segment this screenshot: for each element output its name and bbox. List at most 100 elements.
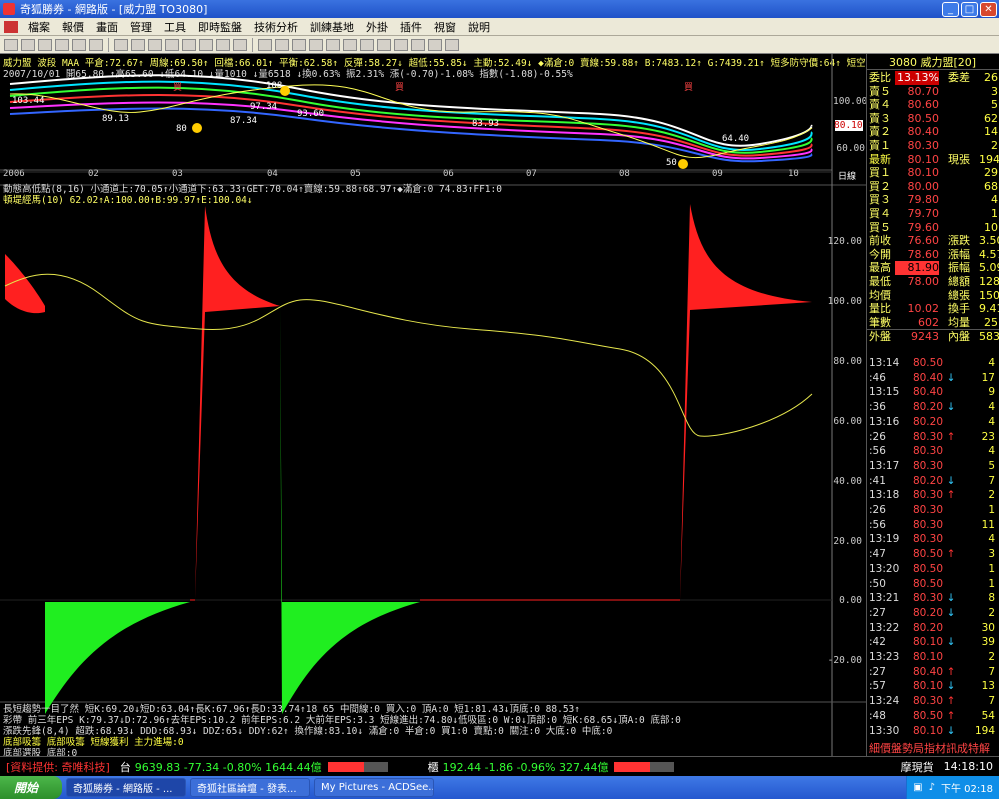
tick-time: :42 — [869, 636, 886, 649]
quote-volume: 9.41% — [979, 302, 999, 316]
tick-price: 80.10 — [912, 636, 943, 649]
task-forum[interactable]: 奇狐社區論壇 - 發表... — [190, 778, 310, 797]
data-provider: [資料提供: 奇唯科技] — [6, 760, 110, 774]
zoom-in-icon[interactable] — [38, 38, 52, 51]
tick-time: :27 — [869, 606, 886, 619]
filter-icon[interactable] — [233, 38, 247, 51]
app-icon — [3, 3, 15, 15]
quote-label: 買３ — [869, 193, 891, 207]
maximize-button[interactable]: □ — [961, 1, 978, 17]
menu-realtime[interactable]: 即時監盤 — [192, 19, 248, 35]
tick-volume: 3 — [988, 548, 995, 561]
tick-volume: 1 — [988, 504, 995, 516]
quote-label: 最新 — [869, 152, 891, 166]
tick-time: :41 — [869, 474, 886, 487]
period-icon[interactable] — [114, 38, 128, 51]
quote-row: 最新 80.10 現張 194 — [867, 153, 999, 167]
tick-row: :41 80.20 ↓ 7 — [867, 475, 999, 488]
menu-window[interactable]: 視窗 — [428, 19, 462, 35]
quote-label: 賣２ — [869, 125, 891, 139]
fib-tool-icon[interactable] — [343, 38, 357, 51]
tick-volume: 8 — [988, 592, 995, 605]
price-axis-label: 60.00 — [836, 143, 865, 154]
quote-label-2 — [939, 85, 979, 99]
channel-tool-icon[interactable] — [309, 38, 323, 51]
quote-row: 買２ 80.00 68 — [867, 180, 999, 194]
quote-row: 賣２ 80.40 14 — [867, 125, 999, 139]
document-icon[interactable] — [4, 20, 18, 33]
menu-external[interactable]: 外掛 — [360, 19, 394, 35]
quote-value: 80.10 — [907, 152, 940, 166]
period-label[interactable]: 日線 — [838, 169, 856, 182]
task-acdsee[interactable]: My Pictures - ACDSee... — [314, 778, 434, 797]
tick-row: 13:20 80.50 1 — [867, 563, 999, 576]
grid-icon[interactable] — [72, 38, 86, 51]
taiex-bar — [327, 761, 388, 772]
quote-label-2 — [939, 193, 979, 207]
compare-icon[interactable] — [148, 38, 162, 51]
tick-row: :57 80.10 ↓ 13 — [867, 680, 999, 693]
tick-arrow — [943, 357, 959, 370]
info-icon[interactable] — [182, 38, 196, 51]
arrow-down-icon: ↓ — [946, 474, 956, 487]
taiex-value: 9639.83 -77.34 -0.80% 1644.44億 — [134, 760, 322, 774]
month-label: 03 — [172, 169, 183, 179]
quote-footer-tabs[interactable]: 細價盤勢局指材訊成特解 — [867, 740, 999, 756]
window-titlebar[interactable]: 奇狐勝券 - 網路版 - [威力盟 TO3080] _ □ ✕ — [0, 0, 999, 18]
realtime-label[interactable]: 摩現貨 — [897, 759, 938, 775]
menu-training[interactable]: 訓練基地 — [304, 19, 360, 35]
tray-clock[interactable]: 下午 02:18 — [941, 780, 993, 795]
menu-help[interactable]: 說明 — [462, 19, 496, 35]
ellipse-tool-icon[interactable] — [377, 38, 391, 51]
chart-area[interactable]: 威力盟 波段 MAA 平倉:72.67↑ 周線:69.50↑ 回檔:66.01↑… — [0, 54, 917, 759]
save-icon[interactable] — [445, 38, 459, 51]
network-icon[interactable]: ▣ — [913, 782, 922, 793]
minimize-button[interactable]: _ — [942, 1, 959, 17]
volume-icon[interactable] — [165, 38, 179, 51]
arrow-down-icon: ↓ — [946, 401, 956, 414]
indicator-header-2: 頓堤經馬(10) 62.02↑A:100.00↑B:99.97↑E:100.04… — [3, 195, 253, 206]
news-icon[interactable] — [199, 38, 213, 51]
close-button[interactable]: ✕ — [980, 1, 997, 17]
arrow-up-icon: ↑ — [946, 665, 956, 678]
tick-price: 80.30 — [912, 518, 943, 531]
menu-manage[interactable]: 管理 — [124, 19, 158, 35]
system-tray: ▣ ♪ 下午 02:18 — [906, 776, 999, 799]
indicator-icon[interactable] — [131, 38, 145, 51]
otc-bar — [614, 761, 675, 772]
hline-tool-icon[interactable] — [292, 38, 306, 51]
rect-tool-icon[interactable] — [360, 38, 374, 51]
tick-volume: 9 — [988, 386, 995, 399]
text-tool-icon[interactable] — [394, 38, 408, 51]
tick-arrow — [943, 622, 959, 635]
osc-axis-label: 60.00 — [833, 416, 862, 427]
tick-price: 80.30 — [912, 430, 943, 443]
quote-label: 今開 — [869, 247, 891, 261]
taiex-label: 台 — [119, 760, 131, 774]
menu-quote[interactable]: 報價 — [56, 19, 90, 35]
zoom-out-icon[interactable] — [55, 38, 69, 51]
task-app[interactable]: 奇狐勝券 - 網路版 - ... — [66, 778, 186, 797]
menu-tools[interactable]: 工具 — [158, 19, 192, 35]
chart-svg — [0, 54, 866, 756]
fan-tool-icon[interactable] — [326, 38, 340, 51]
eraser-icon[interactable] — [411, 38, 425, 51]
chart-icon[interactable] — [21, 38, 35, 51]
menu-view[interactable]: 畫面 — [90, 19, 124, 35]
tick-arrow — [943, 386, 959, 399]
start-button[interactable]: 開始 — [0, 776, 62, 799]
open-icon[interactable] — [4, 38, 18, 51]
tick-price: 80.50 — [912, 577, 943, 590]
alert-icon[interactable] — [216, 38, 230, 51]
globe-icon[interactable] — [89, 38, 103, 51]
arrow-tool-icon[interactable] — [428, 38, 442, 51]
menu-plugin[interactable]: 插件 — [394, 19, 428, 35]
line-tool-icon[interactable] — [275, 38, 289, 51]
cursor-icon[interactable] — [258, 38, 272, 51]
tick-price: 80.30 — [912, 533, 943, 546]
tick-time: 13:19 — [869, 533, 900, 546]
volume-icon[interactable]: ♪ — [929, 782, 935, 793]
quote-label: 量比 — [869, 302, 891, 316]
menu-file[interactable]: 檔案 — [22, 19, 56, 35]
menu-technical[interactable]: 技術分析 — [248, 19, 304, 35]
